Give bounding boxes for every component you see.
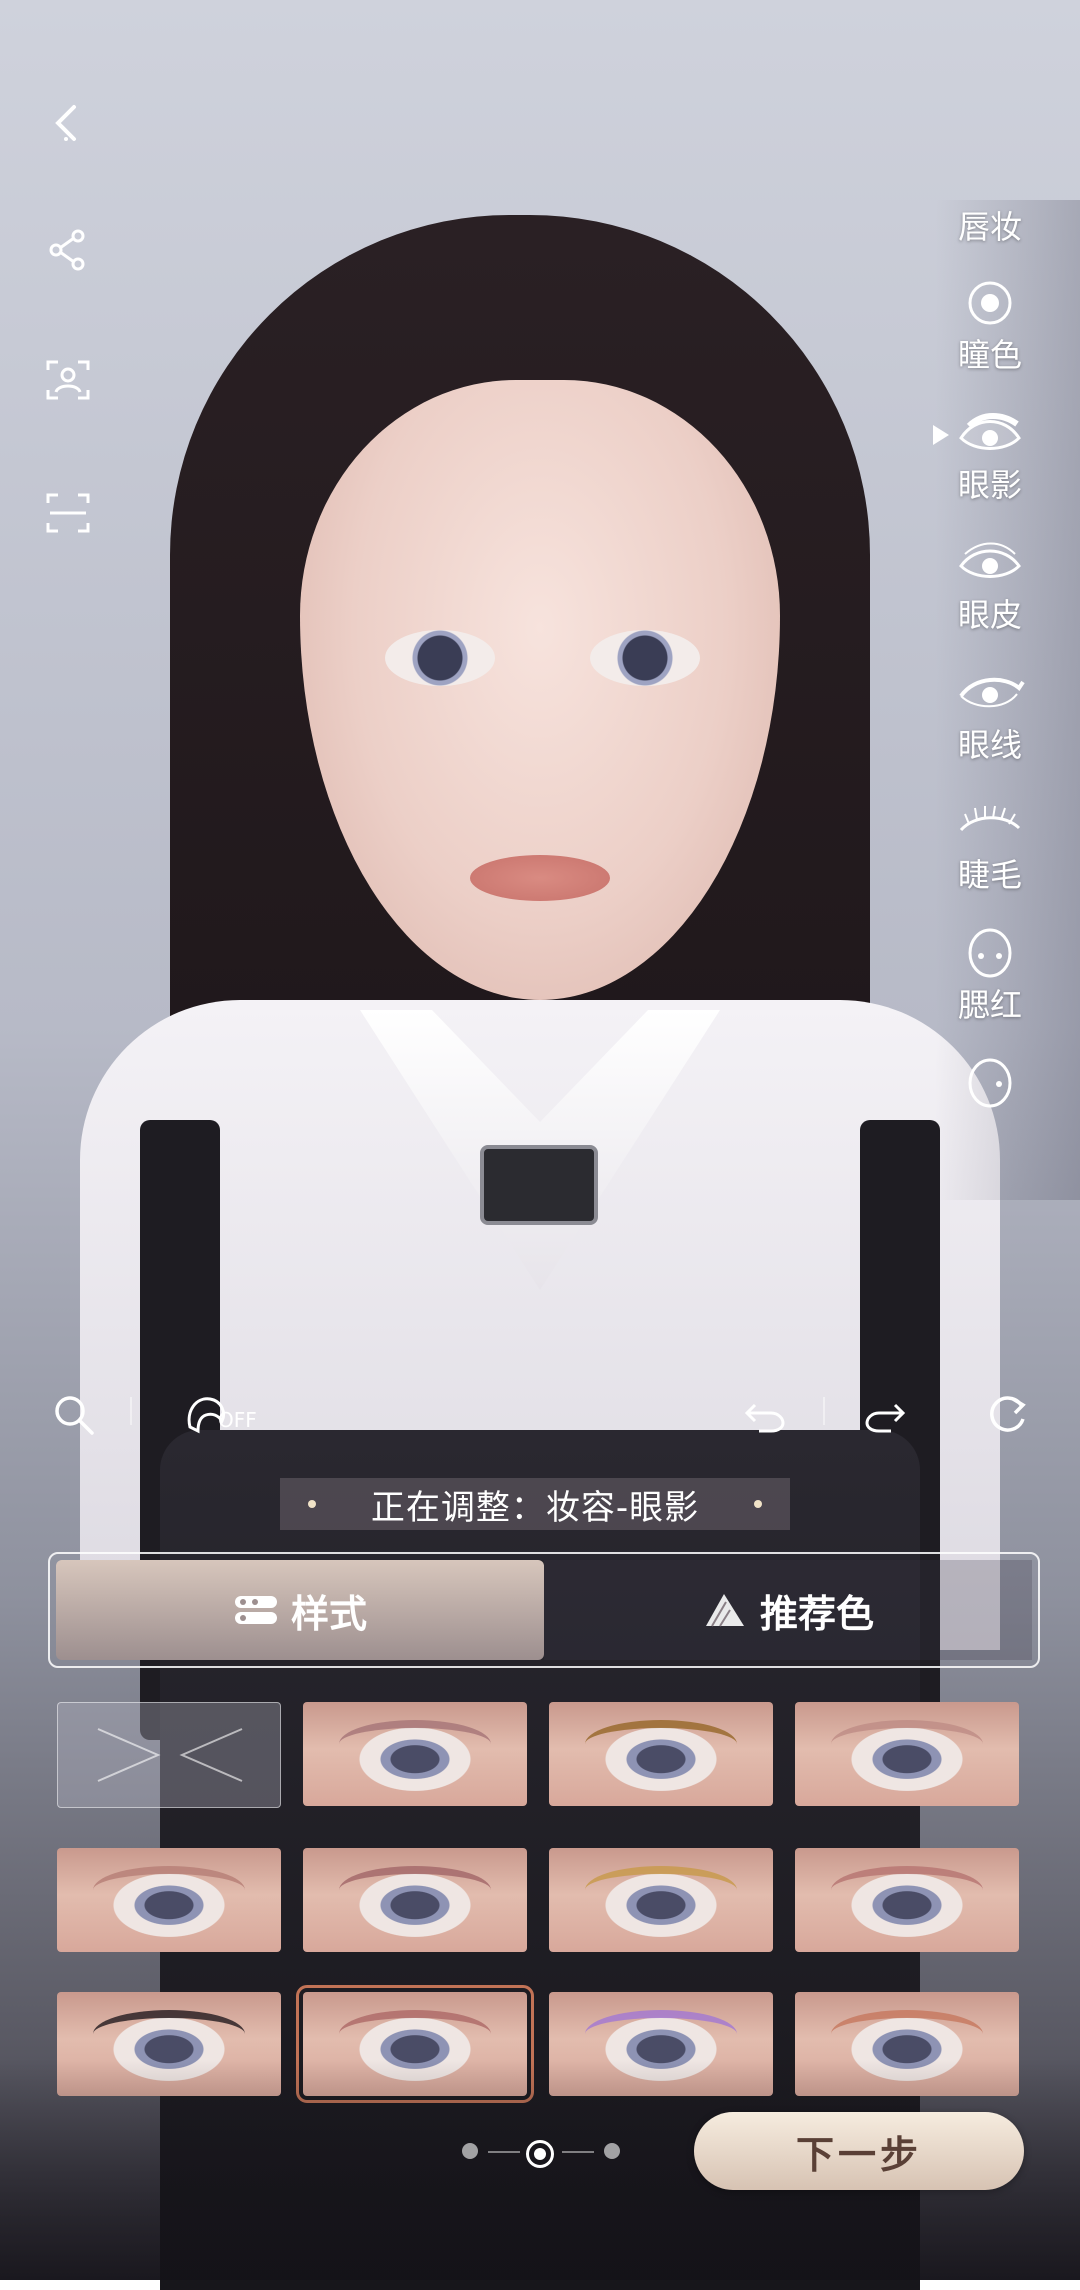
reset-button[interactable] — [977, 1385, 1037, 1445]
face-scan-button[interactable] — [40, 352, 96, 408]
eyeshadow-shade-swatch — [585, 1720, 737, 1768]
eyeshadow-style-option[interactable] — [303, 1848, 527, 1952]
page-dot-2-current[interactable] — [526, 2140, 554, 2168]
category-label: 唇妆 — [957, 208, 1022, 246]
eyelid-icon — [959, 542, 1021, 578]
redo-icon — [865, 1403, 906, 1433]
adjusting-status-banner: 正在调整：妆容-眼影 — [280, 1478, 790, 1530]
eyeshadow-shade-swatch — [93, 2010, 245, 2058]
redo-button[interactable] — [855, 1385, 915, 1445]
eyeshadow-style-option[interactable] — [57, 1848, 281, 1952]
color-fan-icon — [705, 1594, 744, 1627]
status-dot-right — [754, 1500, 762, 1508]
character-right-eye — [590, 630, 700, 686]
eyeshadow-icon — [959, 413, 1021, 450]
category-eyeliner[interactable]: 眼线 — [940, 668, 1040, 766]
search-button[interactable] — [44, 1385, 104, 1445]
style-palette-icon — [234, 1596, 277, 1624]
eyeshadow-none-option[interactable] — [57, 1702, 281, 1808]
category-label: 睫毛 — [957, 856, 1022, 894]
eyeshadow-shade-swatch — [585, 2010, 737, 2058]
category-pupil-color[interactable]: 瞳色 — [940, 278, 1040, 376]
category-label: 腮红 — [957, 986, 1022, 1024]
eyeshadow-shade-swatch — [339, 2010, 491, 2058]
category-eyelid[interactable]: 眼皮 — [940, 538, 1040, 636]
eyeshadow-style-option[interactable] — [303, 1702, 527, 1806]
style-tabs: 样式 推荐色 — [48, 1552, 1040, 1668]
share-icon — [49, 229, 85, 271]
next-step-button[interactable]: 下一步 — [694, 2112, 1024, 2190]
page-dot-connector — [488, 2151, 520, 2153]
pupil-icon — [968, 281, 1012, 325]
eyeshadow-shade-swatch — [831, 1866, 983, 1914]
category-label: 眼影 — [957, 466, 1022, 504]
more-makeup-icon — [968, 1058, 1012, 1108]
page-dot-connector — [562, 2151, 594, 2153]
page-dot-3[interactable] — [604, 2143, 620, 2159]
no-style-icon — [97, 1728, 243, 1782]
eyeshadow-shade-swatch — [93, 1866, 245, 1914]
face-scan-icon — [46, 360, 90, 400]
page-dot-1[interactable] — [462, 2143, 478, 2159]
eyeshadow-style-option[interactable] — [795, 1848, 1019, 1952]
category-label: 眼线 — [957, 726, 1022, 764]
category-more[interactable] — [940, 1058, 1040, 1110]
eyeliner-icon — [959, 677, 1025, 708]
undo-button[interactable] — [735, 1385, 795, 1445]
eyeshadow-shade-swatch — [339, 1720, 491, 1768]
scan-frame-button[interactable] — [40, 485, 96, 541]
status-dot-left — [308, 1500, 316, 1508]
eyeshadow-shade-swatch — [585, 1866, 737, 1914]
eyeshadow-style-grid — [57, 1702, 1023, 2103]
tab-label: 样式 — [290, 1591, 367, 1636]
eyeshadow-style-option[interactable] — [549, 1702, 773, 1806]
category-label: 眼皮 — [957, 596, 1022, 634]
scan-frame-icon — [46, 493, 90, 533]
toolbar-divider — [823, 1397, 825, 1425]
back-icon — [55, 105, 76, 141]
category-eyeshadow[interactable]: 眼影 — [940, 408, 1040, 506]
tab-style[interactable]: 样式 — [56, 1560, 544, 1660]
eyelash-icon — [959, 805, 1021, 832]
character-choker-buckle — [480, 1145, 598, 1225]
status-text: 正在调整：妆容-眼影 — [370, 1487, 700, 1528]
category-eyelash[interactable]: 睫毛 — [940, 798, 1040, 896]
tab-label: 推荐色 — [759, 1591, 874, 1636]
eyeshadow-shade-swatch — [831, 1720, 983, 1768]
toolbar-divider — [130, 1397, 132, 1425]
search-icon — [55, 1396, 94, 1435]
back-button[interactable] — [40, 95, 96, 151]
reset-icon — [990, 1396, 1026, 1432]
eyeshadow-style-option[interactable] — [795, 1702, 1019, 1806]
eyeshadow-style-option[interactable] — [549, 1848, 773, 1952]
blush-icon — [968, 928, 1012, 978]
character-lips — [470, 855, 610, 901]
eyeshadow-shade-swatch — [339, 1866, 491, 1914]
undo-icon — [744, 1403, 785, 1433]
hair-toggle-state: OFF — [218, 1408, 257, 1432]
category-label: 瞳色 — [957, 336, 1022, 374]
category-blush[interactable]: 腮红 — [940, 928, 1040, 1026]
character-left-eye — [385, 630, 495, 686]
eyeshadow-shade-swatch — [831, 2010, 983, 2058]
category-lip-makeup[interactable]: 唇妆 — [940, 202, 1040, 248]
tab-recommended-color[interactable]: 推荐色 — [544, 1560, 1032, 1660]
share-button[interactable] — [40, 222, 96, 278]
